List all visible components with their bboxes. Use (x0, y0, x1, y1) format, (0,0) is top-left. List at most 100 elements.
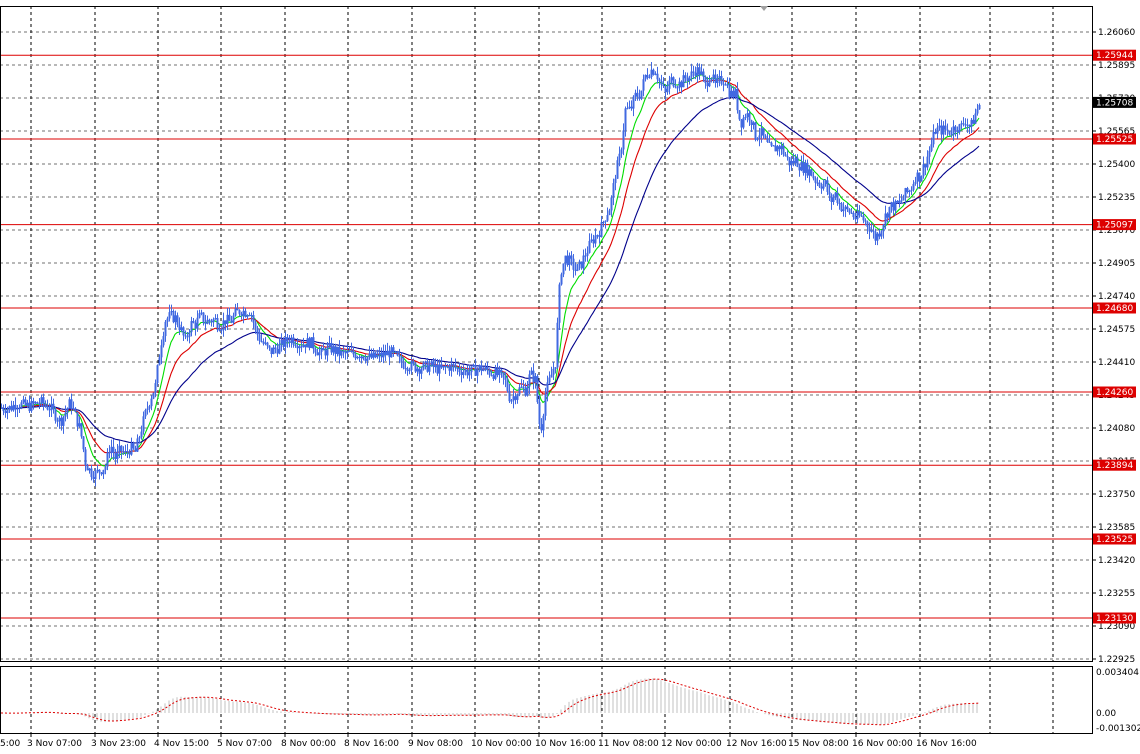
candle-body (510, 400, 513, 402)
candle-body (488, 370, 491, 375)
candle-body (580, 261, 583, 269)
candle-body (752, 122, 755, 126)
candle-body (526, 386, 529, 396)
time-tick-label: 12 Nov 16:00 (726, 739, 787, 749)
candle-body (168, 312, 171, 319)
candle-body (536, 376, 539, 403)
candle-body (620, 149, 623, 154)
candle-body (900, 200, 903, 202)
candle-body (614, 178, 617, 184)
candle-body (828, 191, 831, 195)
level-price-label: 1.24680 (1096, 304, 1133, 314)
price-tick-label: 1.22925 (1098, 655, 1135, 665)
candle-body (680, 81, 683, 88)
candle-body (702, 71, 705, 77)
candle-body (704, 76, 707, 84)
candle-body (572, 258, 575, 270)
candle-body (970, 119, 973, 127)
candle-body (494, 368, 497, 379)
candle-body (126, 450, 129, 453)
candle-body (36, 402, 39, 404)
price-tick-label: 1.24080 (1098, 424, 1135, 434)
candle-body (588, 240, 591, 253)
candle-body (116, 451, 119, 460)
candle-body (262, 341, 265, 344)
candle-body (460, 372, 463, 376)
candle-body (74, 408, 77, 413)
candle-body (302, 344, 305, 347)
candle-body (544, 394, 547, 416)
candle-body (354, 354, 357, 359)
time-tick-label: 3 Nov 23:00 (91, 739, 146, 749)
candle-body (506, 379, 509, 392)
candle-body (20, 402, 23, 408)
candle-body (590, 239, 593, 241)
candle-body (152, 392, 155, 399)
candle-body (914, 181, 917, 184)
candle-body (764, 135, 767, 139)
candle-body (726, 84, 729, 86)
candle-body (146, 408, 149, 411)
candle-body (850, 212, 853, 214)
candle-body (114, 452, 117, 460)
candle-body (60, 417, 63, 426)
candle-body (400, 356, 403, 363)
time-tick-label: 11 Nov 08:00 (598, 739, 659, 749)
candle-body (606, 215, 609, 221)
candle-body (944, 125, 947, 130)
candle-body (42, 397, 45, 404)
candle-body (66, 408, 69, 413)
candle-body (548, 377, 551, 383)
candle-body (428, 365, 431, 372)
candle-body (844, 206, 847, 210)
candle-body (972, 119, 975, 124)
candle-body (730, 90, 733, 97)
candle-body (964, 124, 967, 126)
candle-body (106, 452, 109, 467)
candle-body (952, 126, 955, 135)
candle-body (616, 160, 619, 179)
candle-body (912, 183, 915, 190)
candle-body (480, 365, 483, 371)
candle-body (736, 89, 739, 111)
candle-body (554, 367, 557, 369)
candle-body (500, 369, 503, 373)
candle-body (346, 350, 349, 354)
candle-body (30, 400, 33, 412)
candle-body (530, 370, 533, 375)
time-tick-label: 4 Nov 15:00 (154, 739, 209, 749)
level-price-label: 1.23130 (1096, 614, 1133, 624)
candle-body (328, 342, 331, 347)
candle-body (632, 96, 635, 109)
candle-body (638, 96, 641, 99)
candle-body (864, 220, 867, 222)
candle-body (34, 402, 37, 404)
candle-body (660, 81, 663, 85)
candle-body (490, 374, 493, 376)
candle-body (724, 84, 727, 86)
candle-body (694, 72, 697, 76)
candle-body (534, 376, 537, 383)
candle-body (240, 313, 243, 316)
candle-body (138, 437, 141, 439)
candle-body (16, 408, 19, 410)
price-tick-label: 1.24905 (1098, 259, 1135, 269)
candle-body (392, 347, 395, 352)
candle-body (812, 175, 815, 179)
candle-body (164, 321, 167, 337)
candle-body (552, 368, 555, 375)
candle-body (646, 74, 649, 78)
time-tick-label: 10 Nov 16:00 (535, 739, 596, 749)
candle-body (718, 75, 721, 79)
candle-body (716, 78, 719, 84)
candle-body (452, 363, 455, 365)
candle-body (148, 406, 151, 409)
candle-body (626, 108, 629, 110)
candle-body (768, 141, 771, 143)
candle-body (26, 402, 29, 406)
candle-body (430, 361, 433, 366)
candle-body (294, 344, 297, 346)
time-tick-label: 8 Nov 00:00 (281, 739, 336, 749)
candle-body (562, 263, 565, 275)
candle-body (678, 81, 681, 88)
